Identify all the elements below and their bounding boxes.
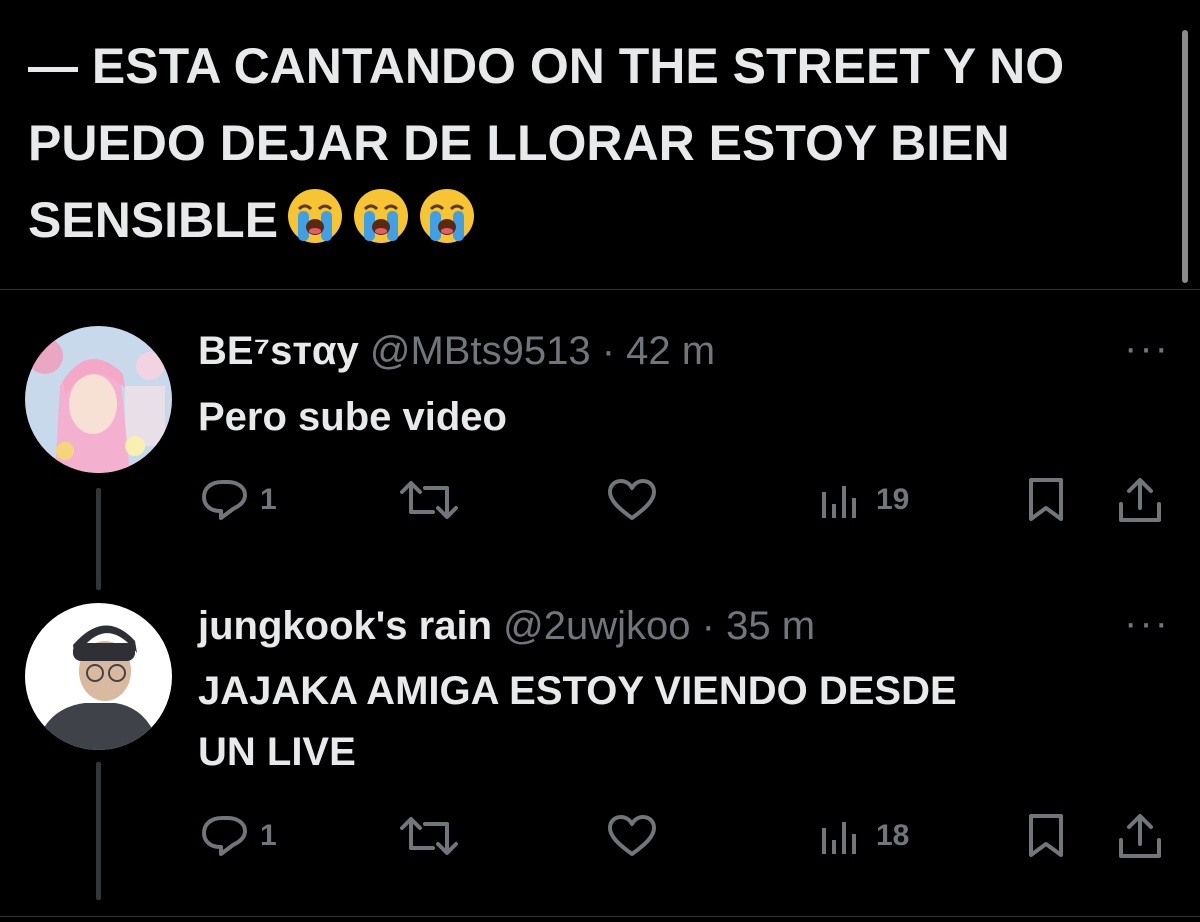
main-tweet-text: — ESTA CANTANDO ON THE STREET Y NO PUEDO… (28, 28, 1168, 259)
bookmark-button[interactable] (1026, 812, 1066, 860)
more-options-icon[interactable]: ··· (1124, 326, 1170, 371)
loudly-crying-face-icon (288, 189, 343, 243)
reply-count: 1 (260, 483, 277, 516)
reply-count: 1 (260, 819, 277, 852)
reply-button[interactable]: 1 (200, 812, 277, 860)
main-tweet-line-3: SENSIBLE (28, 182, 1168, 259)
reply-text: Pero sube video (198, 395, 507, 439)
main-tweet-line-3-text: SENSIBLE (28, 192, 279, 248)
display-name[interactable]: BE⁷sтαy (198, 329, 359, 373)
handle[interactable]: @MBts9513 (370, 329, 591, 373)
share-icon (1119, 814, 1161, 858)
more-options-icon[interactable]: ··· (1124, 601, 1170, 646)
views-icon (822, 486, 856, 518)
view-count: 18 (876, 819, 910, 852)
separator: · (601, 329, 616, 373)
avatar-image-icon (25, 603, 172, 750)
reply-text-line-2: UN LIVE (198, 730, 356, 774)
divider (0, 916, 1200, 917)
main-tweet: — ESTA CANTANDO ON THE STREET Y NO PUEDO… (0, 0, 1200, 289)
reply-header: BE⁷sтαy @MBts9513 · 42 m (198, 328, 715, 374)
loudly-crying-face-icon (420, 189, 475, 243)
views-button[interactable]: 18 (818, 812, 909, 860)
share-button[interactable] (1116, 812, 1164, 860)
reply-tweet-2[interactable]: jungkook's rain @2uwjkoo · 35 m ··· JAJA… (0, 600, 1200, 916)
action-bar: 1 18 (0, 812, 1200, 860)
avatar[interactable] (25, 603, 172, 750)
reply-tweet-1[interactable]: BE⁷sтαy @MBts9513 · 42 m ··· Pero sube v… (0, 290, 1200, 600)
action-bar: 1 19 (0, 476, 1200, 524)
bookmark-button[interactable] (1026, 476, 1066, 524)
reply-text: JAJAKA AMIGA ESTOY VIENDO DESDE UN LIVE (198, 661, 1158, 783)
avatar-image-icon (25, 326, 172, 473)
views-button[interactable]: 19 (818, 476, 909, 524)
main-tweet-line-2: PUEDO DEJAR DE LLORAR ESTOY BIEN (28, 115, 1010, 171)
loudly-crying-face-icon (354, 189, 409, 243)
reply-icon (202, 480, 247, 520)
retweet-icon (400, 817, 458, 855)
retweet-button[interactable] (398, 812, 460, 860)
scrollbar-thumb[interactable] (1182, 30, 1188, 283)
retweet-icon (400, 481, 458, 519)
reply-icon (202, 816, 247, 856)
like-button[interactable] (606, 812, 658, 860)
display-name[interactable]: jungkook's rain (198, 604, 492, 648)
main-tweet-line-1: — ESTA CANTANDO ON THE STREET Y NO (28, 38, 1065, 94)
like-icon (608, 479, 656, 520)
share-icon (1119, 478, 1161, 522)
separator: · (701, 604, 715, 648)
reply-button[interactable]: 1 (200, 476, 277, 524)
handle[interactable]: @2uwjkoo (503, 604, 690, 648)
timestamp[interactable]: 42 m (626, 329, 715, 373)
bookmark-icon (1029, 814, 1063, 857)
like-button[interactable] (606, 476, 658, 524)
share-button[interactable] (1116, 476, 1164, 524)
view-count: 19 (876, 483, 910, 516)
reply-header: jungkook's rain @2uwjkoo · 35 m (198, 603, 815, 649)
like-icon (608, 815, 656, 856)
bookmark-icon (1029, 478, 1063, 521)
retweet-button[interactable] (398, 476, 460, 524)
avatar[interactable] (25, 326, 172, 473)
timestamp[interactable]: 35 m (726, 604, 815, 648)
reply-text-line-1: JAJAKA AMIGA ESTOY VIENDO DESDE (198, 669, 957, 713)
views-icon (822, 822, 856, 854)
